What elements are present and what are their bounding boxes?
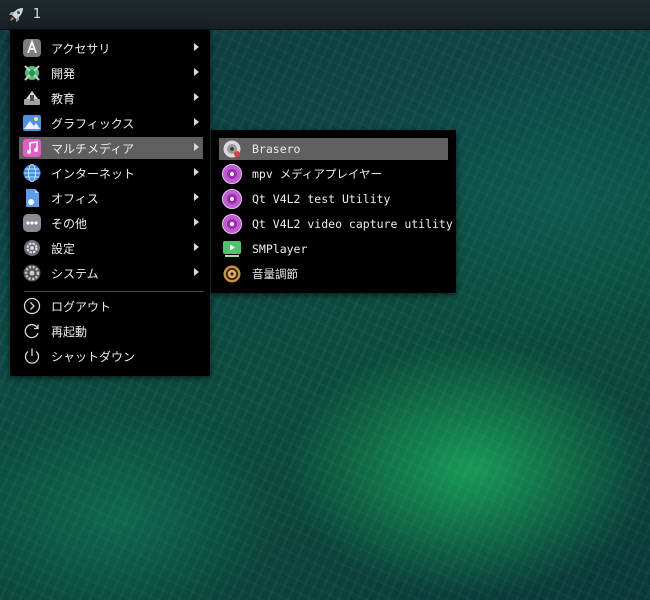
menu-item-label: グラフィックス xyxy=(51,116,135,131)
settings-icon xyxy=(22,238,42,258)
logout-icon xyxy=(22,296,42,316)
qv4l2-icon xyxy=(222,189,242,209)
shutdown-icon xyxy=(22,346,42,366)
submenu-arrow-icon xyxy=(194,168,199,176)
submenu-arrow-icon xyxy=(194,193,199,201)
submenu-arrow-icon xyxy=(194,143,199,151)
smplayer-icon xyxy=(222,239,242,259)
menu-item-office[interactable]: オフィス xyxy=(19,187,203,209)
submenu-arrow-icon xyxy=(194,68,199,76)
menu-item-label: アクセサリ xyxy=(51,41,111,56)
menu-item-other[interactable]: その他 xyxy=(19,212,203,234)
volume-control-icon xyxy=(222,264,242,284)
brasero-icon xyxy=(222,139,242,159)
menu-item-label: マルチメディア xyxy=(51,141,135,156)
menu-item-label: その他 xyxy=(51,216,88,231)
taskbar: 1 xyxy=(0,0,650,30)
menu-item-accessories[interactable]: アクセサリ xyxy=(19,37,203,59)
submenu-item-label: Qt V4L2 test Utility xyxy=(252,192,391,206)
other-icon xyxy=(22,213,42,233)
menu-item-graphics[interactable]: グラフィックス xyxy=(19,112,203,134)
qvidcap-icon xyxy=(222,214,242,234)
mpv-icon xyxy=(222,164,242,184)
rocket-icon xyxy=(9,8,23,22)
menu-item-label: 開発 xyxy=(51,66,76,81)
internet-icon xyxy=(22,163,42,183)
office-icon xyxy=(22,188,42,208)
menu-item-internet[interactable]: インターネット xyxy=(19,162,203,184)
menu-item-label: シャットダウン xyxy=(51,349,136,364)
submenu-arrow-icon xyxy=(194,118,199,126)
submenu-arrow-icon xyxy=(194,268,199,276)
app-launcher-button[interactable] xyxy=(4,3,28,27)
multimedia-icon xyxy=(22,138,42,158)
submenu-item-qv4l2[interactable]: Qt V4L2 test Utility xyxy=(219,188,448,210)
submenu-item-label: Brasero xyxy=(252,142,301,156)
submenu-item-brasero[interactable]: Brasero xyxy=(219,138,448,160)
menu-item-label: システム xyxy=(51,266,99,281)
main-menu: アクセサリ 開発 教育 グラフィックス マルチメディア インターネット オフィス… xyxy=(10,30,210,376)
menu-item-label: インターネット xyxy=(51,166,136,181)
menu-item-label: オフィス xyxy=(51,191,99,206)
system-icon xyxy=(22,263,42,283)
graphics-icon xyxy=(22,113,42,133)
menu-item-logout[interactable]: ログアウト xyxy=(19,295,203,317)
submenu-arrow-icon xyxy=(194,43,199,51)
submenu-item-label: SMPlayer xyxy=(252,242,308,256)
menu-item-education[interactable]: 教育 xyxy=(19,87,203,109)
submenu-item-qvidcap[interactable]: Qt V4L2 video capture utility xyxy=(219,213,453,235)
reboot-icon xyxy=(22,321,42,341)
menu-item-multimedia[interactable]: マルチメディア xyxy=(19,137,203,159)
submenu-item-smplayer[interactable]: SMPlayer xyxy=(219,238,448,260)
workspace-indicator[interactable]: 1 xyxy=(30,5,44,25)
submenu-item-volume-control[interactable]: 音量調節 xyxy=(219,263,448,285)
menu-item-system[interactable]: システム xyxy=(19,262,203,284)
submenu-item-label: 音量調節 xyxy=(252,267,298,281)
accessories-icon xyxy=(22,38,42,58)
submenu-item-label: Qt V4L2 video capture utility xyxy=(252,217,453,231)
menu-item-label: 教育 xyxy=(51,91,76,106)
submenu-item-mpv[interactable]: mpv メディアプレイヤー xyxy=(219,163,448,185)
submenu-arrow-icon xyxy=(194,93,199,101)
submenu-item-label: mpv メディアプレイヤー xyxy=(252,167,383,181)
education-icon xyxy=(22,88,42,108)
menu-item-label: 再起動 xyxy=(51,324,88,339)
menu-item-development[interactable]: 開発 xyxy=(19,62,203,84)
menu-item-reboot[interactable]: 再起動 xyxy=(19,320,203,342)
menu-separator xyxy=(24,291,204,292)
menu-item-settings[interactable]: 設定 xyxy=(19,237,203,259)
menu-item-shutdown[interactable]: シャットダウン xyxy=(19,345,203,367)
submenu-arrow-icon xyxy=(194,243,199,251)
multimedia-submenu: Brasero mpv メディアプレイヤー Qt V4L2 test Utili… xyxy=(211,130,456,293)
menu-item-label: 設定 xyxy=(51,241,76,256)
development-icon xyxy=(22,63,42,83)
menu-item-label: ログアウト xyxy=(51,299,112,314)
submenu-arrow-icon xyxy=(194,218,199,226)
